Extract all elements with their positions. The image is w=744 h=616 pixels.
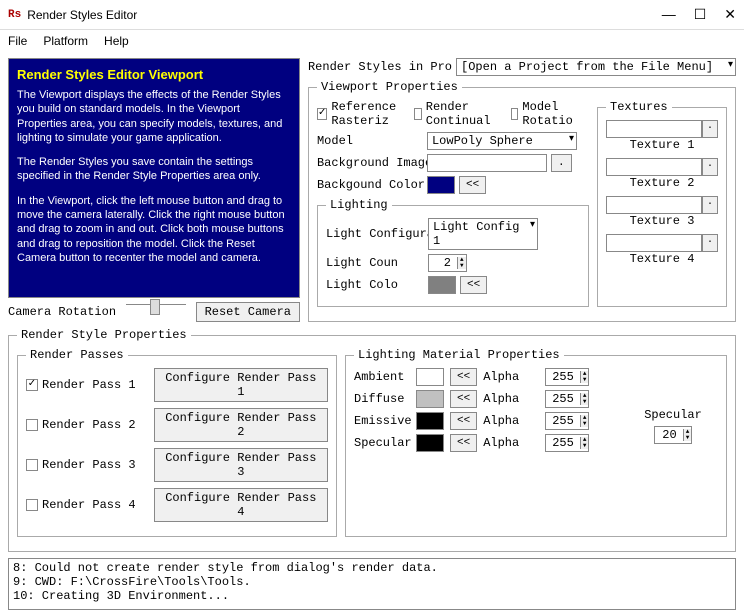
diffuse-alpha-label: Alpha (483, 392, 539, 406)
texture-2-input[interactable] (606, 158, 702, 176)
specular-swatch[interactable] (416, 434, 444, 452)
specular-btn[interactable]: << (450, 434, 477, 452)
model-label: Model (317, 134, 423, 148)
reset-camera-button[interactable]: Reset Camera (196, 302, 300, 322)
texture-3-browse[interactable]: . (702, 196, 718, 214)
rsp-legend: Render Style Properties (17, 328, 191, 342)
ambient-swatch[interactable] (416, 368, 444, 386)
ambient-alpha-spinner[interactable]: 255▲▼ (545, 368, 589, 386)
lighting-legend: Lighting (326, 198, 392, 212)
render-continual-checkbox[interactable]: Render Continual (414, 100, 495, 128)
configure-pass-2-button[interactable]: Configure Render Pass 2 (154, 408, 328, 442)
texture-2-label: Texture 2 (606, 176, 718, 190)
lmp-legend: Lighting Material Properties (354, 348, 564, 362)
camera-rotation-label: Camera Rotation (8, 305, 116, 319)
specular-alpha-spinner[interactable]: 255▲▼ (545, 434, 589, 452)
ambient-label: Ambient (354, 370, 410, 384)
bg-color-swatch[interactable] (427, 176, 455, 194)
render-style-properties-group: Render Style Properties Render Passes ✓R… (8, 328, 736, 552)
specular-alpha-label: Alpha (483, 436, 539, 450)
viewport-properties-group: Viewport Properties ✓Reference Rasteriz … (308, 80, 736, 322)
ambient-alpha-label: Alpha (483, 370, 539, 384)
render-pass-4-checkbox[interactable]: Render Pass 4 (26, 498, 136, 512)
texture-3-label: Texture 3 (606, 214, 718, 228)
app-icon: Rs (8, 9, 21, 21)
texture-4-browse[interactable]: . (702, 234, 718, 252)
light-color-button[interactable]: << (460, 276, 487, 294)
textures-legend: Textures (606, 100, 672, 114)
menu-help[interactable]: Help (104, 34, 129, 48)
configure-pass-3-button[interactable]: Configure Render Pass 3 (154, 448, 328, 482)
light-config-label: Light Configurat (326, 227, 424, 241)
render-pass-1-checkbox[interactable]: ✓Render Pass 1 (26, 378, 136, 392)
light-config-combo[interactable]: Light Config 1 (428, 218, 538, 250)
light-color-label: Light Colo (326, 278, 424, 292)
texture-1-input[interactable] (606, 120, 702, 138)
lighting-group: Lighting Light Configurat Light Config 1… (317, 198, 589, 307)
light-count-label: Light Coun (326, 256, 424, 270)
emissive-label: Emissive (354, 414, 410, 428)
menu-platform[interactable]: Platform (43, 34, 88, 48)
minimize-button[interactable]: — (662, 6, 676, 23)
specular-power-label: Specular (628, 408, 718, 422)
close-button[interactable]: ✕ (724, 6, 736, 23)
configure-pass-1-button[interactable]: Configure Render Pass 1 (154, 368, 328, 402)
bg-image-browse-button[interactable]: . (551, 154, 572, 172)
emissive-alpha-label: Alpha (483, 414, 539, 428)
specular-label: Specular (354, 436, 410, 450)
bg-color-button[interactable]: << (459, 176, 486, 194)
diffuse-btn[interactable]: << (450, 390, 477, 408)
texture-4-input[interactable] (606, 234, 702, 252)
project-combo[interactable]: [Open a Project from the File Menu] (456, 58, 736, 76)
bg-image-input[interactable] (427, 154, 547, 172)
model-combo[interactable]: LowPoly Sphere (427, 132, 577, 150)
emissive-btn[interactable]: << (450, 412, 477, 430)
viewport-help-title: Render Styles Editor Viewport (17, 67, 291, 82)
texture-2-browse[interactable]: . (702, 158, 718, 176)
render-passes-legend: Render Passes (26, 348, 128, 362)
model-rotation-checkbox[interactable]: Model Rotatio (511, 100, 577, 128)
configure-pass-4-button[interactable]: Configure Render Pass 4 (154, 488, 328, 522)
textures-group: Textures .Texture 1 .Texture 2 .Texture … (597, 100, 727, 307)
window-title: Render Styles Editor (27, 8, 662, 22)
bg-color-label: Backgound Color (317, 178, 423, 192)
render-passes-group: Render Passes ✓Render Pass 1 Configure Re… (17, 348, 337, 537)
lighting-material-group: Lighting Material Properties Ambient << Al… (345, 348, 727, 537)
texture-3-input[interactable] (606, 196, 702, 214)
diffuse-label: Diffuse (354, 392, 410, 406)
viewport-help-p1: The Viewport displays the effects of the… (17, 88, 291, 145)
emissive-swatch[interactable] (416, 412, 444, 430)
maximize-button[interactable]: ☐ (694, 6, 707, 23)
camera-rotation-slider[interactable] (126, 304, 186, 320)
emissive-alpha-spinner[interactable]: 255▲▼ (545, 412, 589, 430)
light-color-swatch[interactable] (428, 276, 456, 294)
render-pass-2-checkbox[interactable]: Render Pass 2 (26, 418, 136, 432)
light-count-spinner[interactable]: 2▲▼ (428, 254, 467, 272)
viewport-help-p2: The Render Styles you save contain the s… (17, 155, 291, 184)
menu-file[interactable]: File (8, 34, 27, 48)
specular-power-spinner[interactable]: 20▲▼ (654, 426, 693, 444)
viewport-properties-legend: Viewport Properties (317, 80, 462, 94)
texture-4-label: Texture 4 (606, 252, 718, 266)
texture-1-label: Texture 1 (606, 138, 718, 152)
reference-rasterizer-checkbox[interactable]: ✓Reference Rasteriz (317, 100, 398, 128)
render-pass-3-checkbox[interactable]: Render Pass 3 (26, 458, 136, 472)
texture-1-browse[interactable]: . (702, 120, 718, 138)
bg-image-label: Background Image (317, 156, 423, 170)
project-label: Render Styles in Pro (308, 60, 452, 74)
viewport-help-panel: Render Styles Editor Viewport The Viewpo… (8, 58, 300, 298)
diffuse-swatch[interactable] (416, 390, 444, 408)
diffuse-alpha-spinner[interactable]: 255▲▼ (545, 390, 589, 408)
log-output: 8: Could not create render style from di… (8, 558, 736, 610)
viewport-help-p3: In the Viewport, click the left mouse bu… (17, 194, 291, 265)
ambient-btn[interactable]: << (450, 368, 477, 386)
